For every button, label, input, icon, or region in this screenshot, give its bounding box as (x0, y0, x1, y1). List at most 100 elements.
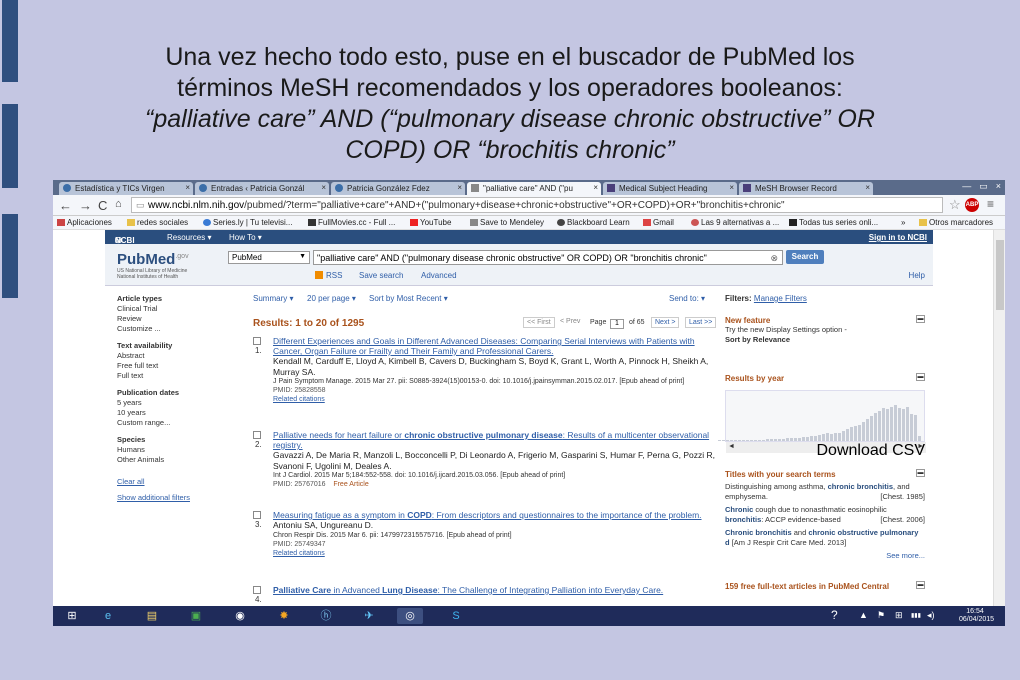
hp-icon[interactable]: ⓗ (313, 608, 339, 624)
year-bar[interactable] (734, 440, 737, 441)
year-bar[interactable] (758, 440, 761, 441)
result-checkbox[interactable] (253, 431, 261, 439)
pubmed-logo[interactable]: PubMed.gov (117, 251, 189, 268)
bookmarks-overflow[interactable]: » (901, 218, 905, 227)
bookmark-item[interactable]: Todas tus series onli... (789, 218, 878, 227)
close-tab-icon[interactable]: × (321, 183, 326, 192)
year-bar[interactable] (762, 440, 765, 441)
save-search-link[interactable]: Save search (359, 271, 403, 280)
result-title-link[interactable]: Palliative needs for heart failure or ch… (273, 430, 718, 450)
sign-in-link[interactable]: Sign in to NCBI (869, 233, 927, 242)
year-bar[interactable] (850, 427, 853, 441)
close-tab-icon[interactable]: × (593, 183, 598, 192)
page-scrollbar[interactable] (993, 230, 1005, 606)
bookmark-other[interactable]: Otros marcadores (919, 218, 993, 227)
back-arrow-icon[interactable]: ← (59, 198, 72, 213)
browser-tab[interactable]: MeSH Browser Record × (739, 182, 873, 195)
send-to-menu[interactable]: Send to: ▾ (669, 294, 705, 303)
bookmark-star-icon[interactable]: ☆ (949, 197, 961, 213)
home-icon[interactable]: ⌂ (115, 198, 122, 210)
system-clock[interactable]: 16:54 06/04/2015 (959, 608, 994, 624)
see-more-link[interactable]: See more... (725, 551, 925, 561)
year-bar[interactable] (730, 440, 733, 441)
year-bar[interactable] (742, 440, 745, 441)
year-bar[interactable] (882, 408, 885, 441)
store-icon[interactable]: ▣ (183, 608, 209, 624)
windows-start-icon[interactable]: ⊞ (59, 608, 85, 624)
result-title-link[interactable]: Palliative Care in Advanced Lung Disease… (273, 585, 718, 595)
volume-icon[interactable]: ◂) (927, 610, 935, 621)
year-bar[interactable] (774, 439, 777, 441)
year-bar[interactable] (786, 438, 789, 441)
rss-link[interactable]: RSS (315, 271, 342, 280)
per-page-menu[interactable]: 20 per page ▾ (307, 294, 356, 303)
close-tab-icon[interactable]: × (865, 183, 870, 192)
summary-format-menu[interactable]: Summary ▾ (253, 294, 293, 303)
year-bar[interactable] (834, 433, 837, 441)
howto-menu[interactable]: How To ▾ (229, 233, 262, 242)
close-tab-icon[interactable]: × (185, 183, 190, 192)
internet-explorer-icon[interactable]: e (95, 608, 121, 624)
filter-free-full-text[interactable]: Free full text (117, 361, 158, 371)
year-bar[interactable] (874, 413, 877, 441)
collapse-icon[interactable]: ▬ (916, 315, 925, 323)
clear-all-link[interactable]: Clear all (117, 477, 145, 487)
year-bar[interactable] (842, 431, 845, 441)
file-explorer-icon[interactable]: ▤ (139, 608, 165, 624)
year-bar[interactable] (902, 409, 905, 441)
browser-tab[interactable]: Estadística y TICs Virgen × (59, 182, 193, 195)
year-bar[interactable] (722, 440, 725, 441)
close-tab-icon[interactable]: × (729, 183, 734, 192)
scrollbar-thumb[interactable] (996, 240, 1004, 310)
year-bar[interactable] (818, 435, 821, 441)
year-bar[interactable] (750, 440, 753, 441)
maximize-icon[interactable]: ▭ (979, 181, 988, 191)
adblock-plus-icon[interactable]: ABP (965, 198, 979, 212)
year-bar[interactable] (862, 422, 865, 441)
year-bar[interactable] (806, 437, 809, 441)
related-citations-link[interactable]: Related citations (273, 395, 718, 404)
year-bar[interactable] (798, 438, 801, 441)
advanced-link[interactable]: Advanced (421, 271, 457, 280)
title-item[interactable]: Chronic cough due to nonasthmatic eosino… (725, 505, 925, 524)
year-bar[interactable] (766, 439, 769, 441)
year-bar[interactable] (802, 437, 805, 441)
bookmark-item[interactable]: Series.ly | Tu televisi... (203, 218, 292, 227)
year-bar[interactable] (838, 433, 841, 441)
skype-icon[interactable]: S (443, 608, 469, 624)
related-citations-link[interactable]: Related citations (273, 549, 718, 558)
year-bar[interactable] (746, 440, 749, 441)
bookmark-item[interactable]: Gmail (643, 218, 674, 227)
filter-10-years[interactable]: 10 years (117, 408, 146, 418)
sort-menu[interactable]: Sort by Most Recent ▾ (369, 294, 448, 303)
sort-by-relevance-link[interactable]: Sort by Relevance (725, 335, 925, 345)
year-bar[interactable] (790, 438, 793, 441)
year-bar[interactable] (886, 409, 889, 441)
year-bar[interactable] (822, 434, 825, 441)
year-bar[interactable] (866, 419, 869, 441)
webcam-icon[interactable]: ◉ (227, 608, 253, 624)
manage-filters-link[interactable]: Manage Filters (754, 294, 807, 303)
search-input[interactable]: "palliative care" AND ("pulmonary diseas… (313, 250, 783, 265)
result-title-link[interactable]: Measuring fatigue as a symptom in COPD: … (273, 510, 718, 520)
bookmark-item[interactable]: Blackboard Learn (557, 218, 630, 227)
browser-tab[interactable]: Entradas ‹ Patricia Gonzál × (195, 182, 329, 195)
title-item[interactable]: Distinguishing among asthma, chronic bro… (725, 482, 925, 501)
result-checkbox[interactable] (253, 511, 261, 519)
chrome-icon[interactable]: ◎ (397, 608, 423, 624)
filter-humans[interactable]: Humans (117, 445, 145, 455)
browser-tab[interactable]: Medical Subject Heading × (603, 182, 737, 195)
filter-clinical-trial[interactable]: Clinical Trial (117, 304, 157, 314)
year-bar[interactable] (814, 436, 817, 441)
bookmark-item[interactable]: Save to Mendeley (470, 218, 544, 227)
year-bar[interactable] (898, 408, 901, 441)
year-bar[interactable] (830, 434, 833, 441)
collapse-icon[interactable]: ▬ (916, 581, 925, 589)
year-bar[interactable] (794, 438, 797, 441)
filter-abstract[interactable]: Abstract (117, 351, 145, 361)
year-bar[interactable] (810, 436, 813, 441)
network-icon[interactable]: ⊞ (895, 610, 903, 621)
next-page-button[interactable]: Next > (651, 317, 680, 328)
url-field[interactable]: ▭ www.ncbi.nlm.nih.gov/pubmed/?term="pall… (131, 197, 943, 213)
photo-app-icon[interactable]: ✸ (271, 608, 297, 624)
